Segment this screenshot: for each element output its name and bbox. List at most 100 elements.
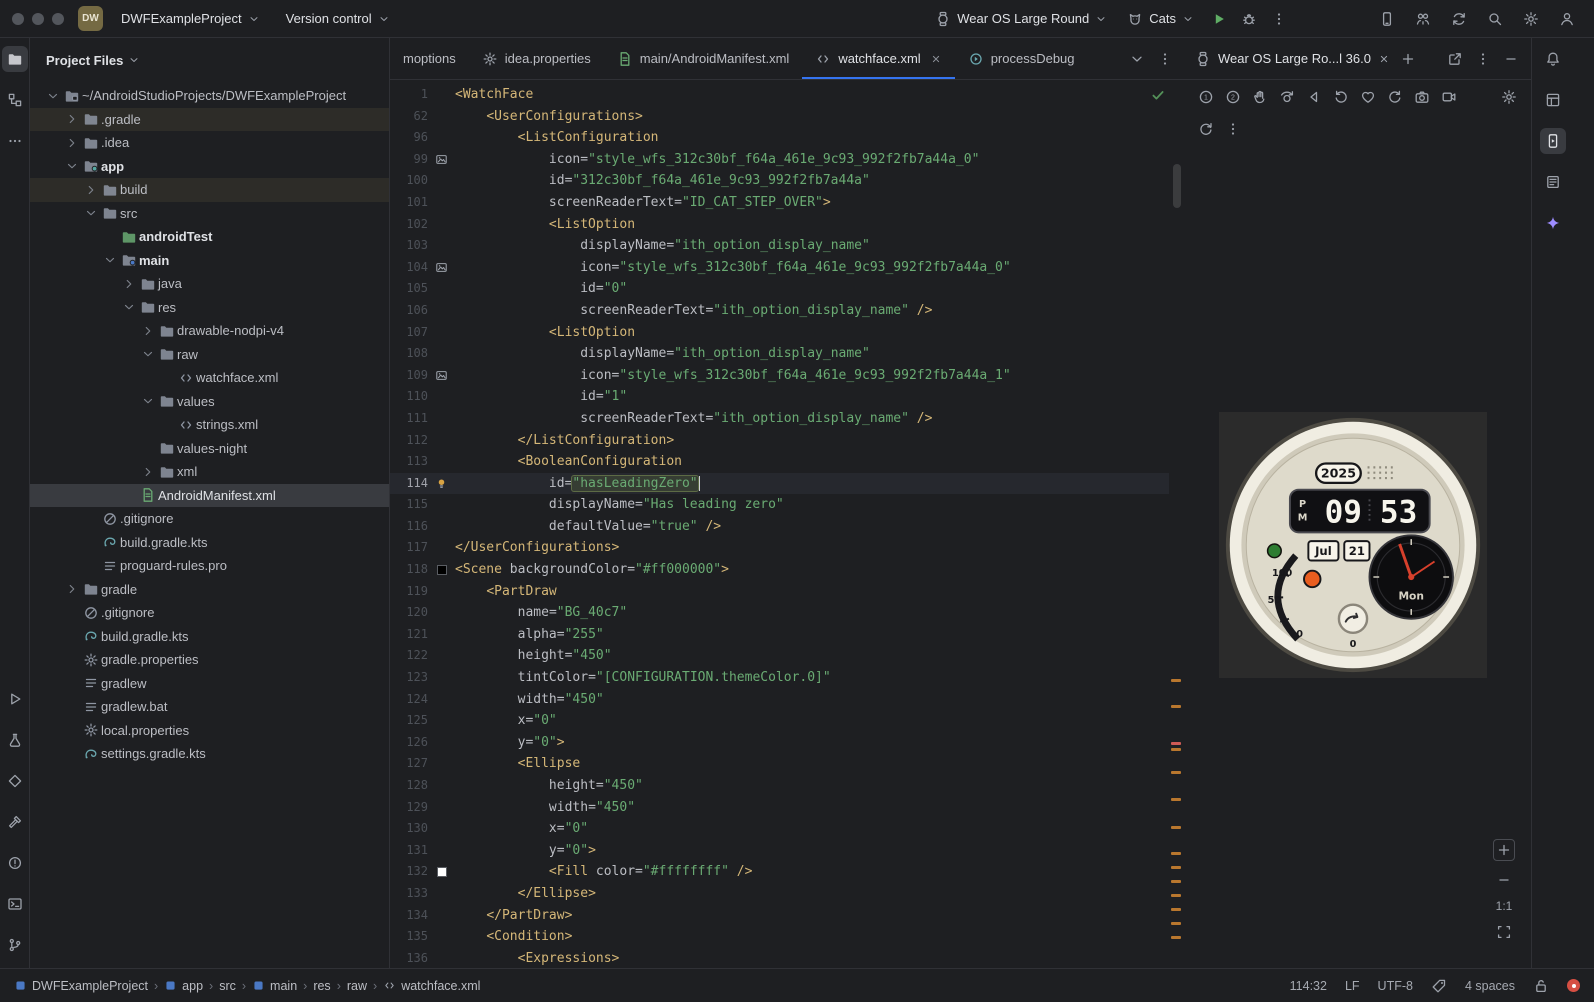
code-line-110[interactable]: 110 id="1" (390, 386, 1169, 408)
chevron-down-icon[interactable] (101, 253, 118, 267)
inspections-status-icon[interactable] (1150, 87, 1166, 103)
device-screen[interactable]: 2025 P M 09 53 Jul 21 Mon 100 50 0 0 (1219, 412, 1487, 678)
tree-item-gradle-properties[interactable]: gradle.properties (30, 648, 389, 672)
tree-item-build-gradle-kts[interactable]: build.gradle.kts (30, 531, 389, 555)
reset-button[interactable] (1193, 117, 1218, 142)
vcs-menu-button[interactable]: Version control (278, 6, 398, 31)
palm-button[interactable] (1247, 85, 1272, 110)
running-devices-button[interactable] (1540, 128, 1566, 154)
run-configuration-selector[interactable]: Cats (1119, 6, 1202, 32)
code-line-127[interactable]: 127 <Ellipse (390, 753, 1169, 775)
tree-item-gitignore[interactable]: .gitignore (30, 507, 389, 531)
panel-options-button[interactable] (1475, 51, 1491, 67)
zoom-in-button[interactable] (1493, 839, 1515, 861)
tree-item-settings-gradle-kts[interactable]: settings.gradle.kts (30, 742, 389, 766)
structure-button[interactable] (2, 87, 28, 113)
kebab-button[interactable] (1220, 117, 1245, 142)
project-menu-button[interactable]: DWFExampleProject (113, 6, 268, 31)
breadcrumb-dwfexampleproject[interactable]: DWFExampleProject (14, 979, 148, 993)
breadcrumb-watchface-xml[interactable]: watchface.xml (383, 979, 480, 993)
code-line-133[interactable]: 133 </Ellipse> (390, 883, 1169, 905)
chevron-right-icon[interactable] (82, 183, 99, 197)
chevron-down-icon[interactable] (82, 206, 99, 220)
device-tab[interactable]: Wear OS Large Ro...l 36.0 (1195, 51, 1390, 67)
tree-item-local-properties[interactable]: local.properties (30, 719, 389, 743)
stripe-warning-mark[interactable] (1171, 936, 1181, 939)
drawable-preview-icon[interactable] (435, 369, 448, 382)
code-line-103[interactable]: 103 displayName="ith_option_display_name… (390, 235, 1169, 257)
terminal-button[interactable] (2, 891, 28, 917)
chevron-down-icon[interactable] (44, 89, 61, 103)
camera-button[interactable] (1409, 85, 1434, 110)
code-line-129[interactable]: 129 width="450" (390, 797, 1169, 819)
zoom-window-button[interactable] (52, 12, 64, 25)
tree-item-build-gradle-kts[interactable]: build.gradle.kts (30, 625, 389, 649)
tree-item-androidtest[interactable]: androidTest (30, 225, 389, 249)
code-line-106[interactable]: 106 screenReaderText="ith_option_display… (390, 300, 1169, 322)
tree-item-androidstudioprojects-dwfexampleproject[interactable]: ~/AndroidStudioProjects/DWFExampleProjec… (30, 84, 389, 108)
chevron-right-icon[interactable] (63, 136, 80, 150)
chevron-right-icon[interactable] (63, 582, 80, 596)
rotate-right-button[interactable] (1382, 85, 1407, 110)
chevron-down-icon[interactable] (120, 300, 137, 314)
stripe-warning-mark[interactable] (1171, 705, 1181, 708)
stripe-warning-mark[interactable] (1171, 880, 1181, 883)
close-tab-icon[interactable] (930, 53, 942, 65)
button-2-button[interactable]: 2 (1220, 85, 1245, 110)
stripe-error-mark[interactable] (1171, 742, 1181, 745)
back-button[interactable] (1301, 85, 1326, 110)
code-line-96[interactable]: 96 <ListConfiguration (390, 127, 1169, 149)
code-line-135[interactable]: 135 <Condition> (390, 926, 1169, 948)
code-line-136[interactable]: 136 <Expressions> (390, 948, 1169, 968)
code-line-105[interactable]: 105 id="0" (390, 278, 1169, 300)
close-device-tab-icon[interactable] (1378, 53, 1390, 65)
sync-button[interactable] (1446, 6, 1472, 32)
drawable-preview-icon[interactable] (435, 153, 448, 166)
tree-item-gradle[interactable]: .gradle (30, 107, 389, 131)
code-line-100[interactable]: 100 id="312c30bf_f64a_461e_9c93_992f2fb7… (390, 170, 1169, 192)
code-line-62[interactable]: 62 <UserConfigurations> (390, 106, 1169, 128)
zoom-to-fit-button[interactable] (1496, 924, 1512, 940)
editor-tab-watchface-xml[interactable]: watchface.xml (802, 38, 956, 79)
stripe-warning-mark[interactable] (1171, 748, 1181, 751)
stripe-warning-mark[interactable] (1171, 771, 1181, 774)
breadcrumb-app[interactable]: app (164, 979, 203, 993)
code-line-116[interactable]: 116 defaultValue="true" /> (390, 516, 1169, 538)
stripe-warning-mark[interactable] (1171, 866, 1181, 869)
tree-item-values[interactable]: values (30, 390, 389, 414)
code-line-125[interactable]: 125 x="0" (390, 710, 1169, 732)
minimize-window-button[interactable] (32, 12, 44, 25)
code-line-120[interactable]: 120 name="BG_40c7" (390, 602, 1169, 624)
chevron-right-icon[interactable] (120, 277, 137, 291)
tree-item-watchface-xml[interactable]: watchface.xml (30, 366, 389, 390)
code-line-128[interactable]: 128 height="450" (390, 775, 1169, 797)
build-variants-button[interactable] (2, 768, 28, 794)
stripe-warning-mark[interactable] (1171, 922, 1181, 925)
file-encoding[interactable]: UTF-8 (1378, 979, 1413, 993)
code-line-104[interactable]: 104 icon="style_wfs_312c30bf_f64a_461e_9… (390, 257, 1169, 279)
debug-button[interactable] (1236, 6, 1262, 32)
error-stripe[interactable] (1169, 80, 1183, 968)
code-line-109[interactable]: 109 icon="style_wfs_312c30bf_f64a_461e_9… (390, 365, 1169, 387)
settings-button[interactable] (1518, 6, 1544, 32)
hide-panel-button[interactable] (1503, 51, 1519, 67)
breadcrumb-main[interactable]: main (252, 979, 297, 993)
layout-inspector-button[interactable] (1540, 87, 1566, 113)
breadcrumb-raw[interactable]: raw (347, 979, 367, 993)
screen-record-button[interactable] (1436, 85, 1461, 110)
device-manager-button[interactable] (1374, 6, 1400, 32)
code-line-112[interactable]: 112 </ListConfiguration> (390, 430, 1169, 452)
code-with-me-button[interactable] (1410, 6, 1436, 32)
code-line-102[interactable]: 102 <ListOption (390, 214, 1169, 236)
breadcrumb-res[interactable]: res (313, 979, 330, 993)
search-button[interactable] (1482, 6, 1508, 32)
code-line-122[interactable]: 122 height="450" (390, 645, 1169, 667)
tab-list-button[interactable] (1129, 51, 1145, 67)
code-line-113[interactable]: 113 <BooleanConfiguration (390, 451, 1169, 473)
code-editor[interactable]: 1 <WatchFace 62 <UserConfigurations> 96 <Li… (390, 80, 1183, 968)
version-control-button[interactable] (2, 932, 28, 958)
code-line-117[interactable]: 117 </UserConfigurations> (390, 537, 1169, 559)
code-line-130[interactable]: 130 x="0" (390, 818, 1169, 840)
chevron-right-icon[interactable] (139, 324, 156, 338)
tree-item-build[interactable]: build (30, 178, 389, 202)
